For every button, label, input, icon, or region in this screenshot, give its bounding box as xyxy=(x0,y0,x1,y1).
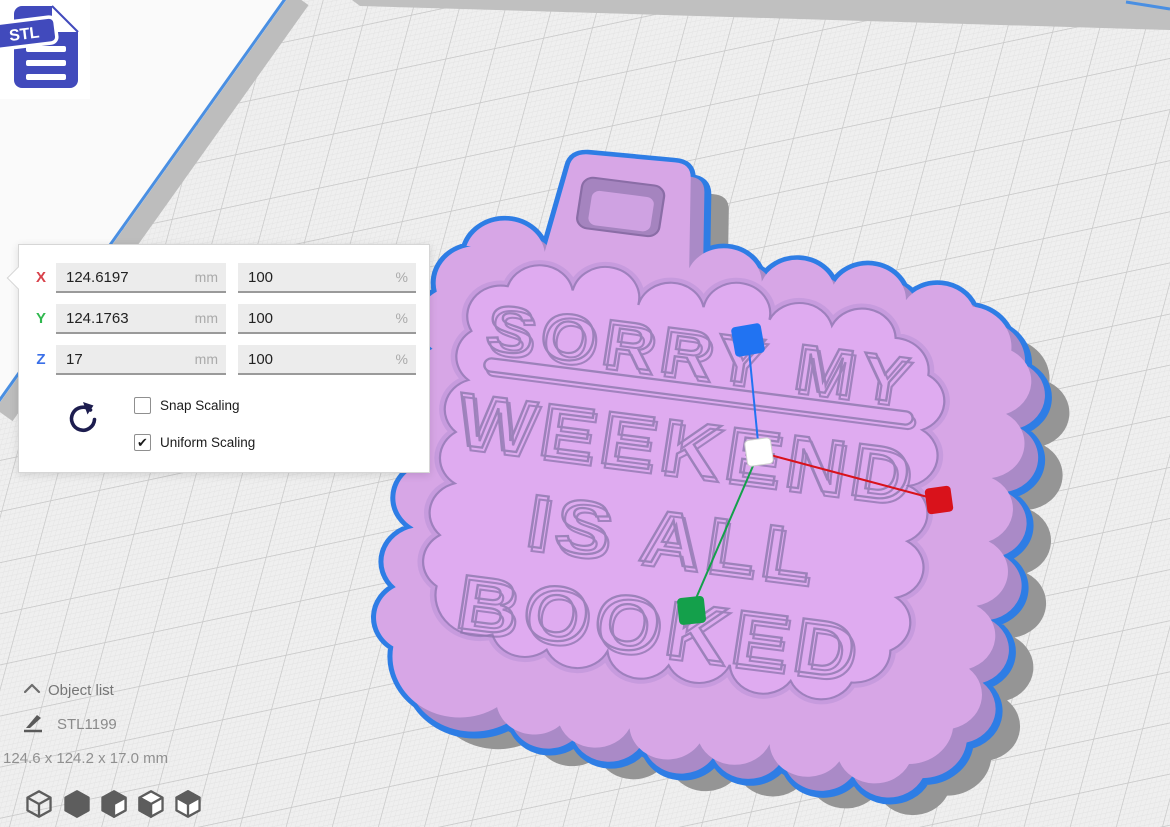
view-top-button[interactable] xyxy=(99,789,129,819)
scale-x-mm-field: mm xyxy=(56,263,226,293)
reset-icon xyxy=(63,397,103,439)
rename-object-button[interactable] xyxy=(20,710,46,736)
view-3d-button[interactable] xyxy=(24,789,54,819)
object-dimensions: 124.6 x 124.2 x 17.0 mm xyxy=(3,750,168,767)
front-view-cube-icon xyxy=(62,789,92,819)
snap-scaling-checkbox[interactable] xyxy=(134,397,151,414)
scale-handle-z[interactable] xyxy=(731,323,766,358)
view-front-button[interactable] xyxy=(62,789,92,819)
uniform-scaling-label: Uniform Scaling xyxy=(160,435,255,450)
stl-file-icon: STL xyxy=(0,0,90,99)
scale-tool-panel: X mm % Y mm % Z mm % xyxy=(18,244,430,473)
axis-z-label: Z xyxy=(31,351,51,368)
object-name[interactable]: STL1199 xyxy=(57,716,117,733)
axis-x-label: X xyxy=(31,269,51,286)
scale-z-percent-field: % xyxy=(238,345,416,375)
right-view-cube-icon xyxy=(173,789,203,819)
scale-x-percent-input[interactable] xyxy=(238,263,416,291)
uniform-scaling-checkbox[interactable]: ✔ xyxy=(134,434,151,451)
cura-workspace: { "file_badge": { "label": "STL" }, "sca… xyxy=(0,0,1170,827)
scale-y-mm-input[interactable] xyxy=(56,304,226,332)
stl-file-badge: STL xyxy=(0,0,90,99)
scale-x-mm-input[interactable] xyxy=(56,263,226,291)
snap-scaling-label: Snap Scaling xyxy=(160,398,240,413)
scale-y-percent-field: % xyxy=(238,304,416,334)
view-right-button[interactable] xyxy=(173,789,203,819)
scale-handle-x[interactable] xyxy=(924,485,953,514)
3d-view-cube-icon xyxy=(24,789,54,819)
scale-row-x: X mm % xyxy=(19,263,429,293)
scale-y-mm-field: mm xyxy=(56,304,226,334)
pencil-icon xyxy=(20,710,46,736)
caret-up-icon xyxy=(22,681,42,697)
object-list-toggle[interactable] xyxy=(22,681,42,697)
scale-z-mm-field: mm xyxy=(56,345,226,375)
object-list-label: Object list xyxy=(48,682,114,699)
left-view-cube-icon xyxy=(136,789,166,819)
scale-handle-center[interactable] xyxy=(744,437,773,466)
checkmark-icon: ✔ xyxy=(137,435,148,450)
scale-z-mm-input[interactable] xyxy=(56,345,226,373)
view-left-button[interactable] xyxy=(136,789,166,819)
scale-row-y: Y mm % xyxy=(19,304,429,334)
top-view-cube-icon xyxy=(99,789,129,819)
scale-y-percent-input[interactable] xyxy=(238,304,416,332)
scale-handle-y[interactable] xyxy=(677,596,707,626)
scale-row-z: Z mm % xyxy=(19,345,429,375)
scale-z-percent-input[interactable] xyxy=(238,345,416,373)
reset-scale-button[interactable] xyxy=(63,397,103,439)
axis-y-label: Y xyxy=(31,310,51,327)
scale-x-percent-field: % xyxy=(238,263,416,293)
